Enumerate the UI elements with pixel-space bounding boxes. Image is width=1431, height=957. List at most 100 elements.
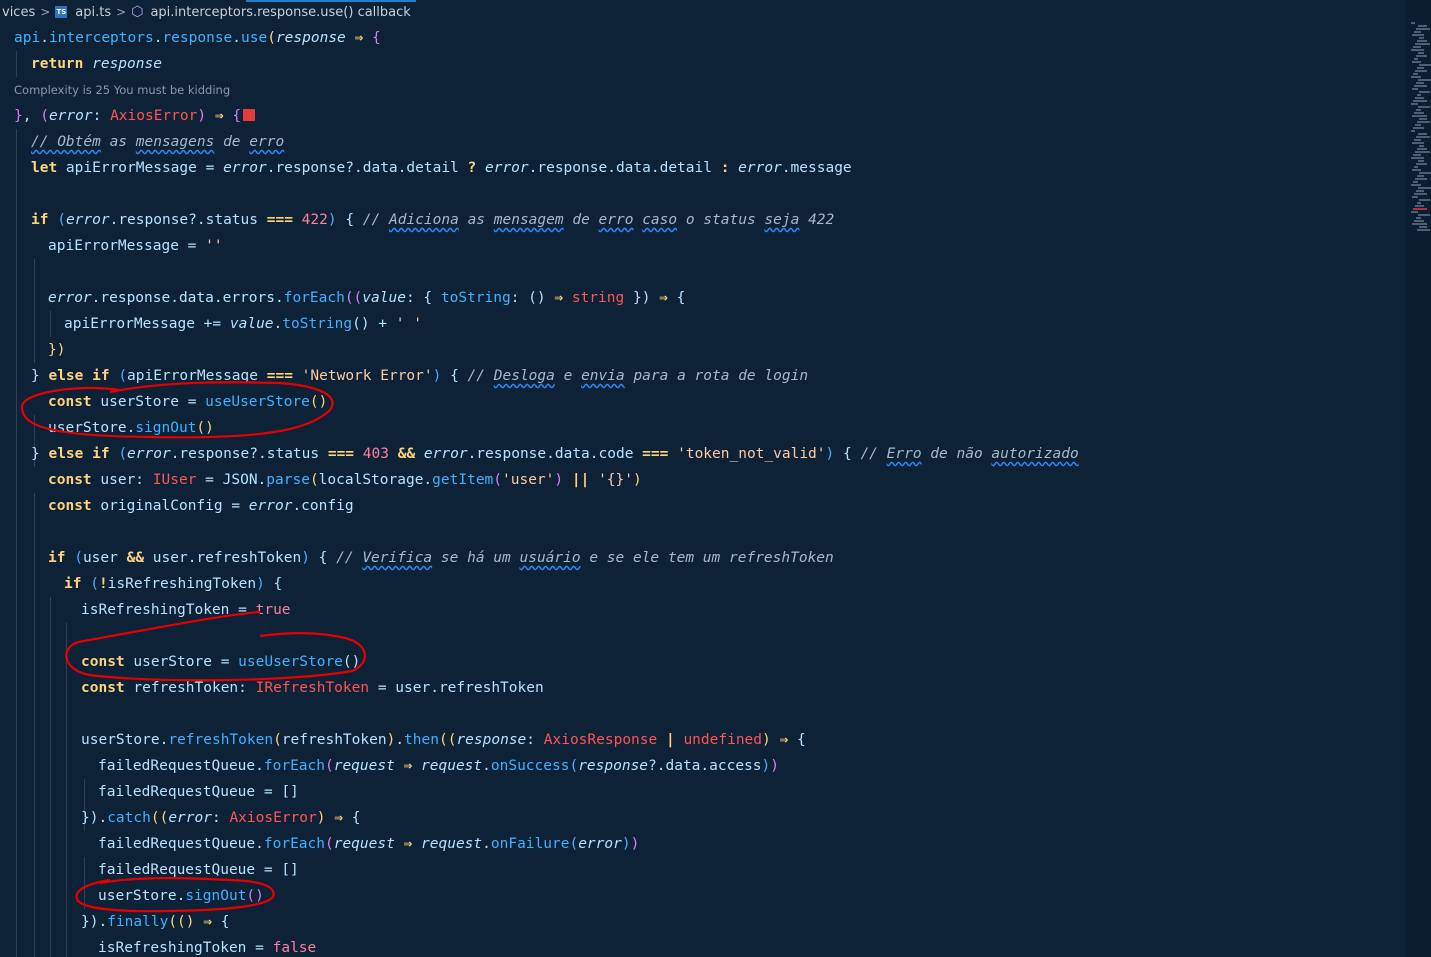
code-token: ⇒ bbox=[394, 836, 422, 852]
code-token: }) bbox=[48, 342, 66, 358]
code-line[interactable]: if (error.response?.status === 422) { //… bbox=[31, 207, 834, 233]
minimap-line bbox=[1415, 97, 1424, 99]
indent-guide bbox=[16, 51, 17, 77]
code-token: value bbox=[229, 316, 274, 332]
code-token: true bbox=[255, 602, 291, 618]
code-line[interactable]: }).finally(() ⇒ { bbox=[81, 909, 229, 935]
code-token: erro bbox=[249, 134, 285, 150]
code-token: let bbox=[31, 160, 66, 176]
code-token: toString bbox=[440, 290, 511, 306]
code-token: && bbox=[388, 446, 424, 462]
chevron-right-icon: > bbox=[116, 5, 127, 19]
code-line[interactable]: isRefreshingToken = true bbox=[81, 597, 291, 623]
code-token: ) bbox=[256, 576, 265, 592]
breadcrumb-symbol[interactable]: api.interceptors.response.use() callback bbox=[148, 5, 412, 20]
code-token: ( bbox=[569, 758, 579, 774]
codelens-complexity[interactable]: Complexity is 25 You must be kidding bbox=[14, 77, 230, 103]
minimap-line bbox=[1411, 103, 1418, 105]
code-token: Adiciona bbox=[389, 212, 459, 228]
minimap-line bbox=[1416, 217, 1421, 219]
code-line[interactable]: error.response.data.errors.forEach((valu… bbox=[48, 285, 685, 311]
code-token: // bbox=[851, 446, 887, 462]
code-token: if bbox=[31, 212, 58, 228]
active-tab-indicator bbox=[246, 0, 416, 2]
code-token: error bbox=[127, 446, 171, 462]
code-line[interactable]: userStore.signOut() bbox=[98, 883, 264, 909]
code-line[interactable]: let apiErrorMessage = error.response?.da… bbox=[31, 155, 852, 181]
code-token: apiErrorMessage = bbox=[65, 160, 224, 176]
code-line[interactable]: }).catch((error: AxiosError) ⇒ { bbox=[81, 805, 360, 831]
code-line[interactable]: const originalConfig = error.config bbox=[48, 493, 354, 519]
indent-guide bbox=[50, 597, 51, 957]
code-line[interactable]: if (!isRefreshingToken) { bbox=[64, 571, 282, 597]
code-line[interactable]: const userStore = useUserStore() bbox=[81, 649, 360, 675]
indent-guide bbox=[84, 857, 85, 909]
minimap-line bbox=[1413, 127, 1424, 129]
code-line[interactable]: if (user && user.refreshToken) { // Veri… bbox=[48, 545, 834, 571]
code-line[interactable]: } else if (apiErrorMessage === 'Network … bbox=[31, 363, 808, 389]
code-line[interactable]: }, (error: AxiosError) ⇒ { bbox=[14, 103, 256, 129]
minimap-line bbox=[1417, 121, 1430, 123]
code-line[interactable]: return response bbox=[31, 51, 162, 77]
minimap-line bbox=[1418, 106, 1430, 108]
code-token: ( bbox=[118, 446, 128, 462]
code-line[interactable]: failedRequestQueue.forEach(request ⇒ req… bbox=[98, 831, 639, 857]
minimap-line bbox=[1418, 25, 1427, 27]
code-line[interactable]: api.interceptors.response.use(response ⇒… bbox=[14, 25, 381, 51]
code-token: // bbox=[354, 212, 389, 228]
minimap-line bbox=[1411, 49, 1424, 51]
code-line[interactable]: isRefreshingToken = false bbox=[98, 935, 316, 957]
code-token: return bbox=[31, 56, 93, 72]
code-token: ⇒ bbox=[206, 108, 233, 124]
code-line[interactable]: const refreshToken: IRefreshToken = user… bbox=[81, 675, 544, 701]
code-token: ! bbox=[98, 576, 108, 592]
code-editor[interactable]: api.interceptors.response.use(response ⇒… bbox=[0, 25, 1405, 957]
code-token: se há um bbox=[432, 550, 520, 566]
code-line[interactable]: apiErrorMessage = '' bbox=[48, 233, 223, 259]
minimap-line bbox=[1419, 226, 1427, 228]
code-line[interactable]: userStore.signOut() bbox=[48, 415, 214, 441]
code-token: } bbox=[14, 108, 23, 124]
code-token: caso bbox=[642, 212, 678, 228]
code-token: ( bbox=[267, 30, 276, 46]
code-token: 403 bbox=[362, 446, 389, 462]
typescript-file-icon: TS bbox=[55, 6, 68, 18]
code-token: de bbox=[563, 212, 599, 228]
code-token: Desloga bbox=[493, 368, 555, 384]
code-token: = user.refreshToken bbox=[369, 680, 544, 696]
code-line[interactable]: } else if (error.response?.status === 40… bbox=[31, 441, 1079, 467]
breadcrumb-file[interactable]: api.ts bbox=[73, 5, 113, 20]
code-token: ⇒ bbox=[345, 30, 372, 46]
minimap-line bbox=[1412, 196, 1418, 198]
minimap[interactable] bbox=[1405, 0, 1431, 957]
code-line[interactable]: failedRequestQueue = [] bbox=[98, 857, 299, 883]
code-token: () bbox=[342, 654, 361, 670]
code-token: ?.data.access bbox=[648, 758, 762, 774]
breadcrumb-folder[interactable]: vices bbox=[0, 5, 37, 20]
code-line[interactable]: userStore.refreshToken(refreshToken).the… bbox=[81, 727, 806, 753]
code-token: userStore = bbox=[100, 394, 206, 410]
code-token: 'user' bbox=[502, 472, 555, 488]
code-token: ( bbox=[118, 368, 128, 384]
minimap-line bbox=[1412, 115, 1427, 117]
code-line[interactable]: // Obtém as mensagens de erro bbox=[31, 129, 284, 155]
code-token: usuário bbox=[519, 550, 581, 566]
code-line[interactable]: failedRequestQueue = [] bbox=[98, 779, 299, 805]
code-token: ' ' bbox=[395, 316, 422, 332]
code-token: userStore. bbox=[98, 888, 186, 904]
code-line[interactable]: }) bbox=[48, 337, 65, 363]
code-token: . bbox=[482, 836, 491, 852]
code-line[interactable]: const user: IUser = JSON.parse(localStor… bbox=[48, 467, 642, 493]
code-line[interactable]: const userStore = useUserStore() bbox=[48, 389, 327, 415]
code-token: then bbox=[404, 732, 439, 748]
code-token: // Obtém bbox=[31, 134, 101, 150]
code-line[interactable]: apiErrorMessage += value.toString() + ' … bbox=[64, 311, 422, 337]
code-token: error bbox=[248, 498, 293, 514]
code-token: { bbox=[220, 914, 230, 930]
minimap-line bbox=[1418, 52, 1424, 54]
code-token: AxiosResponse bbox=[543, 732, 658, 748]
code-line[interactable]: failedRequestQueue.forEach(request ⇒ req… bbox=[98, 753, 779, 779]
code-token: ( bbox=[324, 758, 334, 774]
